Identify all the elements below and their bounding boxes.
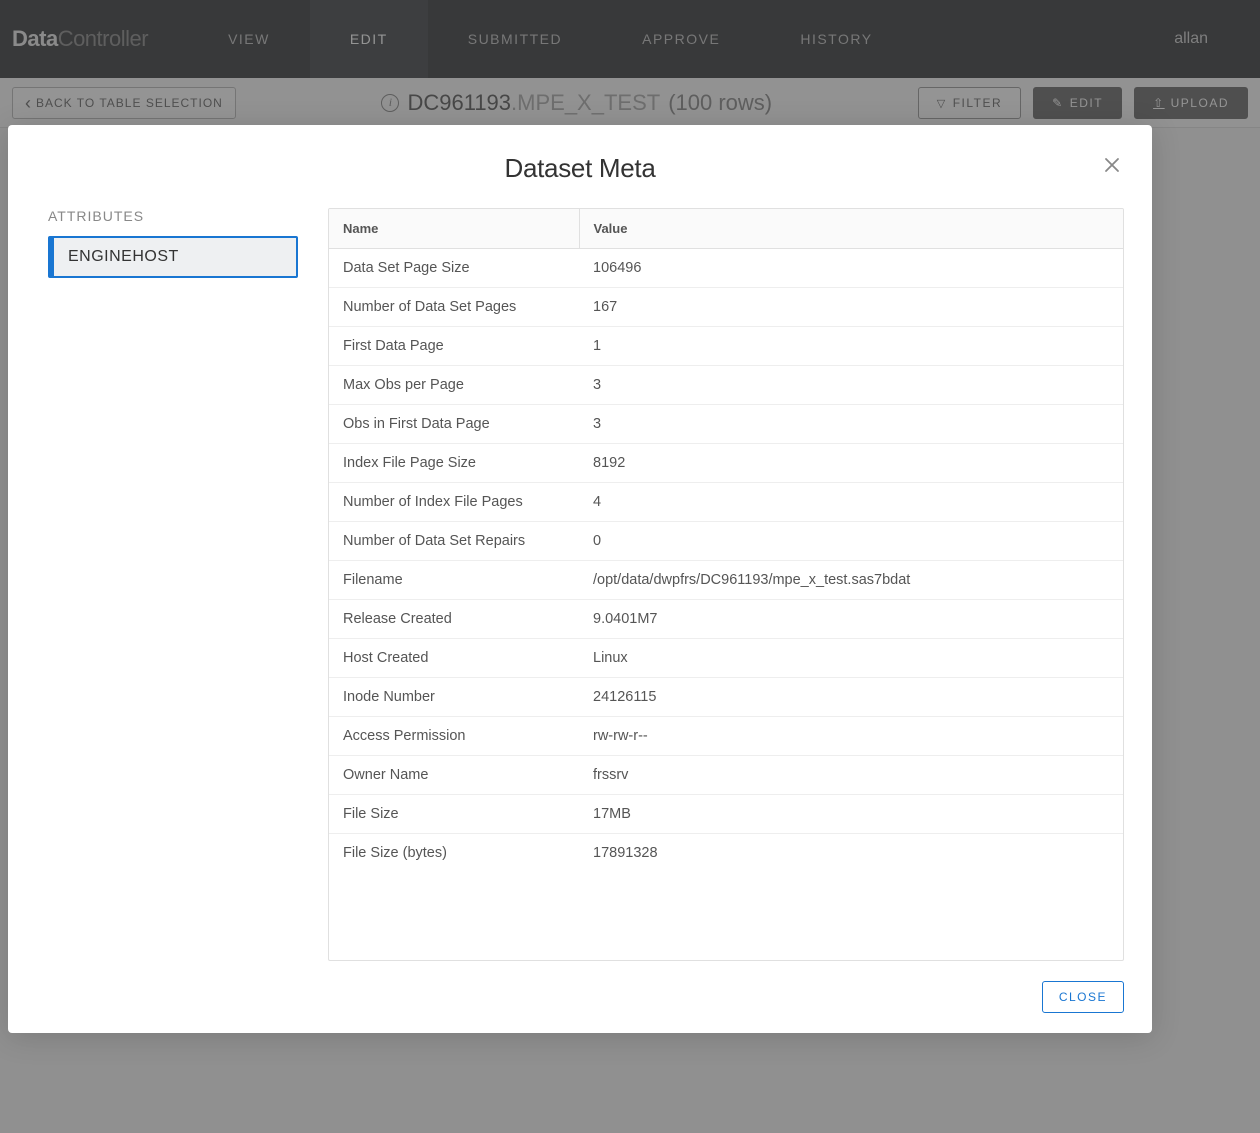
- table-row: Number of Index File Pages4: [329, 483, 1123, 522]
- attr-value: 17MB: [579, 795, 1123, 834]
- attr-name: File Size (bytes): [329, 834, 579, 873]
- table-row: Number of Data Set Repairs0: [329, 522, 1123, 561]
- table-row: File Size17MB: [329, 795, 1123, 834]
- table-row: Access Permissionrw-rw-r--: [329, 717, 1123, 756]
- attr-name: Data Set Page Size: [329, 249, 579, 288]
- attr-name: Release Created: [329, 600, 579, 639]
- attr-name: Number of Data Set Repairs: [329, 522, 579, 561]
- attr-value: rw-rw-r--: [579, 717, 1123, 756]
- table-row: Index File Page Size8192: [329, 444, 1123, 483]
- attr-name: Index File Page Size: [329, 444, 579, 483]
- close-button[interactable]: CLOSE: [1042, 981, 1124, 1013]
- modal-sidebar: ATTRIBUTES ENGINEHOST: [48, 208, 298, 961]
- table-row: Data Set Page Size106496: [329, 249, 1123, 288]
- attr-name: Owner Name: [329, 756, 579, 795]
- sidebar-item-enginehost[interactable]: ENGINEHOST: [48, 236, 298, 278]
- modal-body: ATTRIBUTES ENGINEHOST Name Value Data Se…: [8, 208, 1152, 961]
- attr-name: Number of Index File Pages: [329, 483, 579, 522]
- attr-value: 106496: [579, 249, 1123, 288]
- table-row: Owner Namefrssrv: [329, 756, 1123, 795]
- attr-value: frssrv: [579, 756, 1123, 795]
- attr-value: Linux: [579, 639, 1123, 678]
- table-row: File Size (bytes)17891328: [329, 834, 1123, 873]
- attr-value: 3: [579, 366, 1123, 405]
- table-row: Obs in First Data Page3: [329, 405, 1123, 444]
- column-header-name: Name: [329, 209, 579, 249]
- table-row: Max Obs per Page3: [329, 366, 1123, 405]
- attr-value: 0: [579, 522, 1123, 561]
- attr-name: Access Permission: [329, 717, 579, 756]
- table-row: Filename/opt/data/dwpfrs/DC961193/mpe_x_…: [329, 561, 1123, 600]
- modal-title: Dataset Meta: [8, 125, 1152, 208]
- attr-name: Obs in First Data Page: [329, 405, 579, 444]
- sidebar-heading: ATTRIBUTES: [48, 208, 298, 224]
- attr-value: 8192: [579, 444, 1123, 483]
- attr-name: Host Created: [329, 639, 579, 678]
- attr-value: 24126115: [579, 678, 1123, 717]
- attr-name: Inode Number: [329, 678, 579, 717]
- attr-name: First Data Page: [329, 327, 579, 366]
- meta-table: Name Value Data Set Page Size106496Numbe…: [328, 208, 1124, 961]
- attr-value: 1: [579, 327, 1123, 366]
- table-row: Host CreatedLinux: [329, 639, 1123, 678]
- table-row: Release Created9.0401M7: [329, 600, 1123, 639]
- attr-name: Filename: [329, 561, 579, 600]
- attr-value: 17891328: [579, 834, 1123, 873]
- table-row: Inode Number24126115: [329, 678, 1123, 717]
- attr-value: 167: [579, 288, 1123, 327]
- table-row: First Data Page1: [329, 327, 1123, 366]
- attr-name: Number of Data Set Pages: [329, 288, 579, 327]
- modal-footer: CLOSE: [8, 961, 1152, 1033]
- attr-value: 9.0401M7: [579, 600, 1123, 639]
- close-icon[interactable]: [1100, 153, 1124, 177]
- attr-value: /opt/data/dwpfrs/DC961193/mpe_x_test.sas…: [579, 561, 1123, 600]
- column-header-value: Value: [579, 209, 1123, 249]
- attr-name: Max Obs per Page: [329, 366, 579, 405]
- attr-name: File Size: [329, 795, 579, 834]
- attr-value: 4: [579, 483, 1123, 522]
- table-row: Number of Data Set Pages167: [329, 288, 1123, 327]
- attr-value: 3: [579, 405, 1123, 444]
- dataset-meta-modal: Dataset Meta ATTRIBUTES ENGINEHOST Name …: [8, 125, 1152, 1033]
